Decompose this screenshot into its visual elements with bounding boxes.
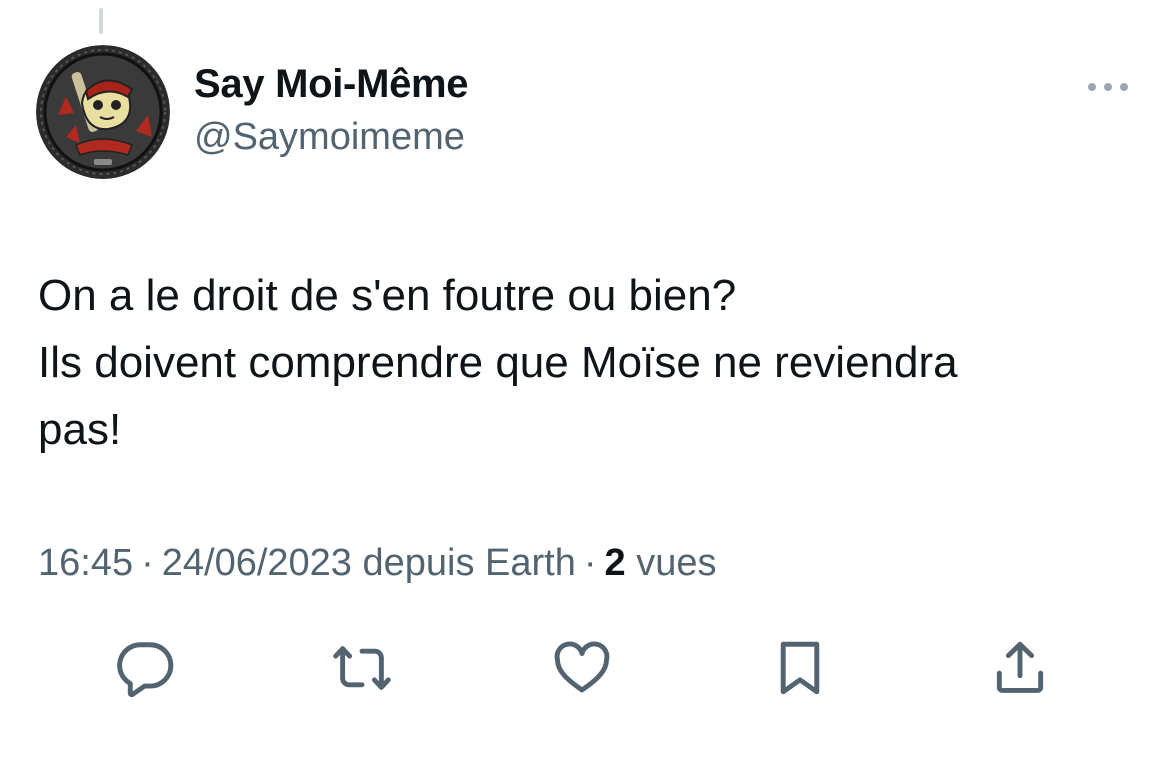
reply-button[interactable] <box>113 636 177 700</box>
like-button[interactable] <box>550 636 614 700</box>
author-display-name[interactable]: Say Moi-Même <box>194 62 469 107</box>
thread-connector-line <box>99 8 103 34</box>
meta-separator: · <box>141 542 154 584</box>
author-handle[interactable]: @Saymoimeme <box>194 116 465 159</box>
tweet-date-source[interactable]: 24/06/2023 depuis Earth <box>162 542 576 584</box>
share-button[interactable] <box>988 636 1052 700</box>
views-label: vues <box>636 542 717 584</box>
share-icon <box>996 641 1044 693</box>
tweet-action-bar <box>0 636 1170 700</box>
more-options-button[interactable] <box>1080 70 1136 104</box>
reply-icon <box>117 642 174 698</box>
bookmark-icon <box>780 641 820 695</box>
bookmark-button[interactable] <box>768 636 832 700</box>
tweet-text-line: Ils doivent comprendre que Moïse ne revi… <box>38 338 958 387</box>
tweet-metadata: 16:45 · 24/06/2023 depuis Earth · 2 vues <box>38 542 717 585</box>
tweet-text: On a le droit de s'en foutre ou bien? Il… <box>38 262 1138 463</box>
more-dots-icon <box>1088 83 1128 91</box>
views-count: 2 <box>604 542 626 584</box>
avatar[interactable] <box>36 45 170 179</box>
tweet-text-line: pas! <box>38 405 122 454</box>
heart-icon <box>554 641 610 693</box>
retweet-button[interactable] <box>330 636 394 700</box>
baseball-mascot-avatar-icon <box>36 45 170 179</box>
tweet-time[interactable]: 16:45 <box>38 542 133 584</box>
retweet-icon <box>333 646 391 690</box>
tweet-text-line: On a le droit de s'en foutre ou bien? <box>38 271 737 320</box>
meta-separator: · <box>583 542 597 584</box>
